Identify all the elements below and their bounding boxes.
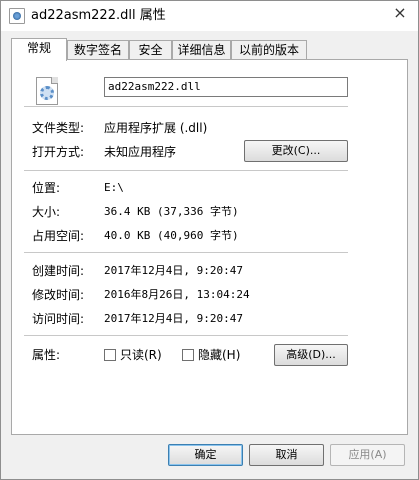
tab-previous-versions[interactable]: 以前的版本 [231,40,307,60]
size-on-disk-value: 40.0 KB (40,960 字节) [104,229,239,242]
tab-digital-signatures[interactable]: 数字签名 [67,40,129,60]
advanced-button[interactable]: 高级(D)... [274,344,348,366]
separator [24,106,348,107]
modified-value: 2016年8月26日, 13:04:24 [104,288,250,301]
modified-label: 修改时间: [32,288,85,302]
file-type-label: 文件类型: [32,121,85,135]
location-label: 位置: [32,181,61,195]
separator [24,252,348,253]
file-type-value: 应用程序扩展 (.dll) [104,121,208,135]
general-panel: ad22asm222.dll 文件类型: 应用程序扩展 (.dll) 打开方式:… [11,59,408,435]
dll-file-icon [9,8,25,24]
gear-icon [40,86,54,100]
created-value: 2017年12月4日, 9:20:47 [104,264,243,277]
file-name-field[interactable]: ad22asm222.dll [104,77,348,97]
opens-with-value: 未知应用程序 [104,145,177,159]
size-value: 36.4 KB (37,336 字节) [104,205,239,218]
accessed-label: 访问时间: [32,312,85,326]
tab-details[interactable]: 详细信息 [172,40,231,60]
attributes-label: 属性: [32,348,61,362]
title-bar: ad22asm222.dll 属性 × [1,1,418,31]
readonly-label[interactable]: 只读(R) [120,348,162,362]
ok-button[interactable]: 确定 [168,444,243,466]
size-on-disk-label: 占用空间: [32,229,85,243]
apply-button[interactable]: 应用(A) [330,444,405,466]
separator [24,170,348,171]
cancel-button[interactable]: 取消 [249,444,324,466]
opens-with-label: 打开方式: [32,145,85,159]
location-value: E:\ [104,181,124,194]
size-label: 大小: [32,205,61,219]
tab-security[interactable]: 安全 [129,40,172,60]
separator [24,335,348,336]
close-icon[interactable]: × [387,3,413,23]
tab-general[interactable]: 常规 [11,38,67,61]
change-button[interactable]: 更改(C)... [244,140,348,162]
properties-window: ad22asm222.dll 属性 × 常规 数字签名 安全 详细信息 以前的版… [0,0,419,480]
hidden-label[interactable]: 隐藏(H) [198,348,240,362]
accessed-value: 2017年12月4日, 9:20:47 [104,312,243,325]
window-title: ad22asm222.dll 属性 [31,8,166,23]
dll-file-gear-icon [36,77,58,105]
readonly-checkbox[interactable] [104,349,116,361]
hidden-checkbox[interactable] [182,349,194,361]
created-label: 创建时间: [32,264,85,278]
